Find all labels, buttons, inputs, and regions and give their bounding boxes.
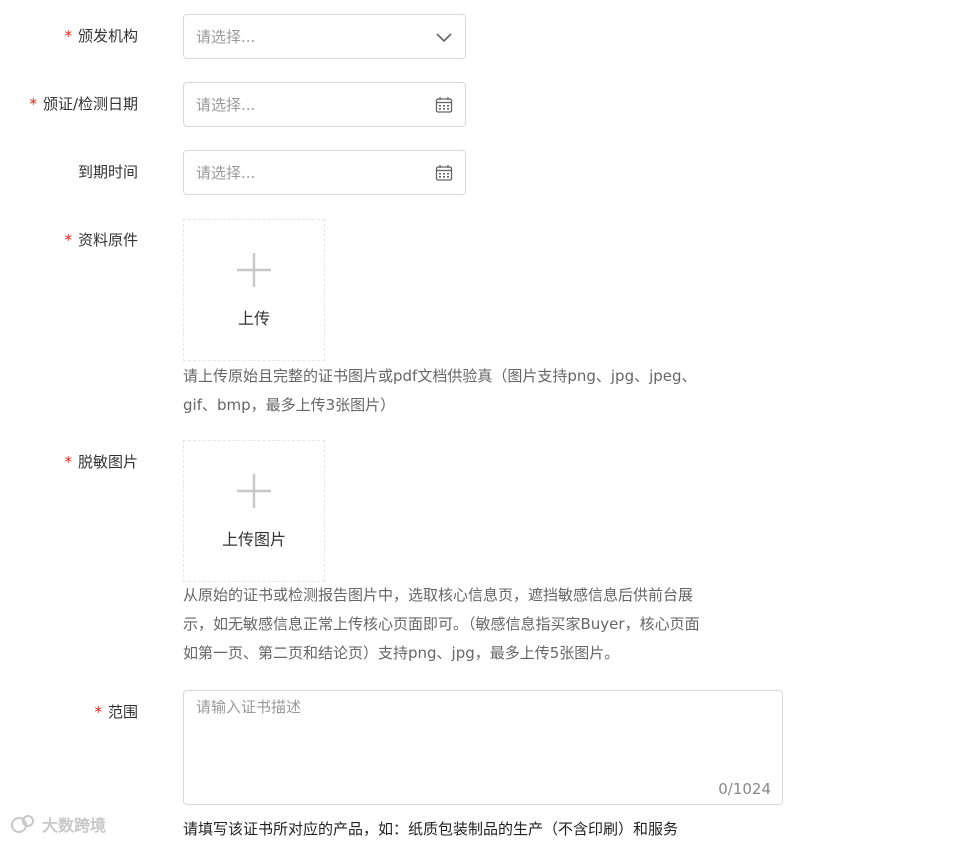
scope-placeholder: 请输入证书描述 bbox=[196, 698, 302, 716]
desensitized-label: * 脱敏图片 bbox=[64, 453, 138, 471]
issue-date-placeholder: 请选择... bbox=[196, 96, 256, 114]
required-mark: * bbox=[94, 703, 102, 721]
calendar-icon bbox=[435, 165, 453, 181]
chevron-down-icon bbox=[436, 33, 452, 43]
desensitized-upload-button[interactable]: 上传图片 bbox=[183, 440, 325, 582]
required-mark: * bbox=[64, 231, 72, 249]
watermark-logo: 大数跨境 bbox=[10, 812, 106, 836]
original-docs-label: * 资料原件 bbox=[64, 231, 138, 249]
expiry-date-label: 到期时间 bbox=[77, 163, 138, 181]
plus-icon bbox=[237, 474, 271, 508]
issuer-select[interactable]: 请选择... bbox=[183, 14, 466, 59]
scope-hint: 请填写该证书所对应的产品，如：纸质包装制品的生产（不含印刷）和服务 bbox=[183, 820, 679, 838]
original-docs-upload-button[interactable]: 上传 bbox=[183, 219, 325, 361]
plus-icon bbox=[237, 253, 271, 287]
scope-label: * 范围 bbox=[94, 703, 138, 721]
issuer-placeholder: 请选择... bbox=[196, 28, 256, 46]
upload-image-label: 上传图片 bbox=[221, 530, 286, 549]
desensitized-hint: 从原始的证书或检测报告图片中，选取核心信息页，遮挡敏感信息后供前台展 示，如无敏… bbox=[183, 586, 700, 662]
expiry-date-placeholder: 请选择... bbox=[196, 164, 256, 182]
scope-textarea[interactable]: 请输入证书描述 0/1024 bbox=[183, 690, 783, 805]
watermark-icon bbox=[11, 815, 34, 833]
required-mark: * bbox=[29, 95, 37, 113]
required-mark: * bbox=[64, 453, 72, 471]
expiry-date-picker[interactable]: 请选择... bbox=[183, 150, 466, 195]
required-mark: * bbox=[64, 27, 72, 45]
issuer-label: * 颁发机构 bbox=[64, 27, 138, 45]
char-counter: 0/1024 bbox=[718, 780, 771, 798]
issue-date-label: * 颁证/检测日期 bbox=[29, 95, 138, 113]
issue-date-picker[interactable]: 请选择... bbox=[183, 82, 466, 127]
watermark-text: 大数跨境 bbox=[42, 816, 107, 835]
original-docs-hint: 请上传原始且完整的证书图片或pdf文档供验真（图片支持png、jpg、jpeg、… bbox=[183, 367, 697, 414]
upload-label: 上传 bbox=[237, 309, 270, 328]
calendar-icon bbox=[435, 97, 453, 113]
